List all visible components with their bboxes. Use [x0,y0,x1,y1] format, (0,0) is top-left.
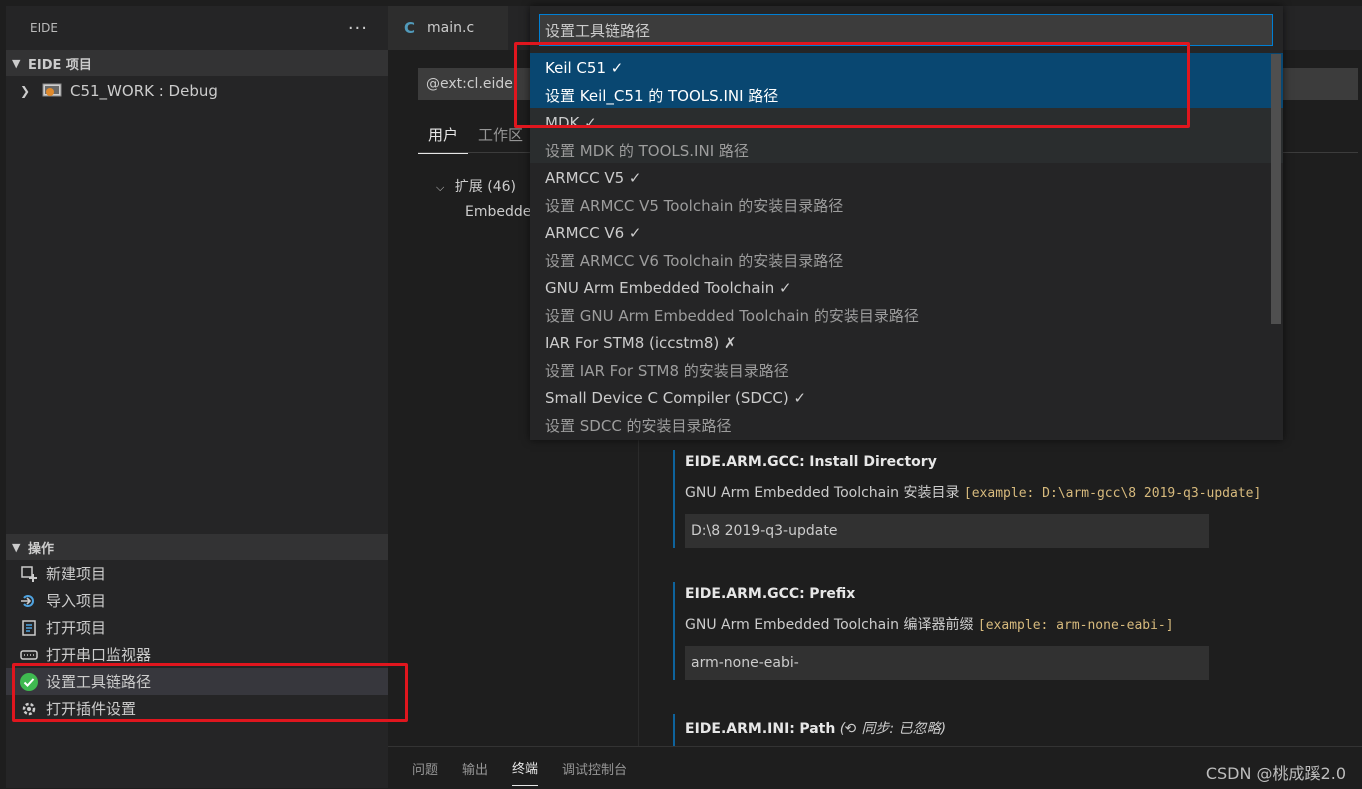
sync-off-icon: ⟲ [845,721,857,737]
action-open-project[interactable]: 打开项目 [6,614,388,641]
setting-key: EIDE.ARM.GCC: [685,454,805,470]
toc-extensions-label: 扩展 (46) [454,179,516,195]
open-project-icon [18,618,40,638]
panel-tab-problems[interactable]: 问题 [412,751,438,786]
setting-key: EIDE.ARM.INI: [685,721,795,737]
actions-section-title: 操作 [28,541,55,557]
watermark: CSDN @桃成蹊2.0 [1205,764,1346,783]
input-value: D:\8 2019-q3-update [691,523,838,539]
setting-title: EIDE.ARM.GCC: Install Directory [685,454,1261,470]
input-value: arm-none-eabi- [691,655,799,671]
action-import-project[interactable]: 导入项目 [6,587,388,614]
item-description: 设置 IAR For STM8 的安装目录路径 [545,362,789,380]
setting-description: GNU Arm Embedded Toolchain 安装目录 [example… [685,482,1261,502]
install-directory-input[interactable]: D:\8 2019-q3-update [685,514,1209,548]
more-actions-icon[interactable]: ··· [348,18,368,39]
setting-title: EIDE.ARM.INI: Path (⟲ 同步: 已忽略) [685,718,946,738]
setting-arm-gcc-install-dir: EIDE.ARM.GCC: Install Directory GNU Arm … [673,450,1261,548]
item-description: 设置 ARMCC V6 Toolchain 的安装目录路径 [545,252,844,270]
setting-desc-text: GNU Arm Embedded Toolchain 编译器前缀 [685,617,978,633]
chevron-right-icon: ❯ [20,84,31,98]
chevron-down-icon: ⌵ [436,181,445,194]
toc-extensions[interactable]: ⌵ 扩展 (46) [436,176,516,196]
item-description: 设置 ARMCC V5 Toolchain 的安装目录路径 [545,197,844,215]
new-project-icon [18,564,40,584]
item-description: 设置 SDCC 的安装目录路径 [545,417,732,435]
sidebar-header: EIDE ··· [6,6,388,50]
panel-tab-output[interactable]: 输出 [462,751,488,786]
item-label: GNU Arm Embedded Toolchain ✓ [545,279,792,297]
c-file-icon: C [404,19,416,37]
action-label: 打开项目 [46,619,107,637]
quick-pick-item-iar-stm8[interactable]: IAR For STM8 (iccstm8) ✗ 设置 IAR For STM8… [530,328,1283,383]
action-label: 新建项目 [46,565,107,583]
tab-main-c[interactable]: C main.c [388,6,508,50]
settings-search-value: @ext:cl.eide [426,76,513,92]
sync-status: 同步: 已忽略) [861,721,947,737]
quick-pick-item-gnu-arm[interactable]: GNU Arm Embedded Toolchain ✓ 设置 GNU Arm … [530,273,1283,328]
sync-ignored-indicator: (⟲ 同步: 已忽略) [839,721,947,737]
setting-desc-text: GNU Arm Embedded Toolchain 安装目录 [685,485,964,501]
item-label: Small Device C Compiler (SDCC) ✓ [545,389,807,407]
highlight-box [12,663,408,722]
project-section-title: EIDE 项目 [28,57,92,73]
tab-label: main.c [427,20,475,36]
setting-description: GNU Arm Embedded Toolchain 编译器前缀 [exampl… [685,614,1209,634]
toc-embedded[interactable]: Embedde [465,204,531,220]
actions-section-header[interactable]: ▼ 操作 [6,534,388,560]
import-icon [18,591,40,611]
quick-pick-placeholder: 设置工具链路径 [545,21,651,40]
sidebar-title: EIDE [30,21,58,35]
item-description: 设置 MDK 的 TOOLS.INI 路径 [545,142,749,160]
panel-tab-debug-console[interactable]: 调试控制台 [562,751,627,786]
quick-pick-item-armcc-v5[interactable]: ARMCC V5 ✓ 设置 ARMCC V5 Toolchain 的安装目录路径 [530,163,1283,218]
action-label: 打开串口监视器 [46,646,152,664]
action-label: 导入项目 [46,592,107,610]
setting-example: [example: D:\arm-gcc\8 2019-q3-update] [963,486,1262,501]
chevron-down-icon: ▼ [12,540,21,554]
highlight-box [514,42,1190,128]
setting-key: EIDE.ARM.GCC: [685,586,805,602]
quick-pick-item-sdcc[interactable]: Small Device C Compiler (SDCC) ✓ 设置 SDCC… [530,383,1283,438]
prefix-input[interactable]: arm-none-eabi- [685,646,1209,680]
project-label: C51_WORK : Debug [70,82,218,100]
setting-arm-ini-path: EIDE.ARM.INI: Path (⟲ 同步: 已忽略) [673,714,946,746]
setting-example: [example: arm-none-eabi-] [977,618,1174,633]
setting-name: Path [799,721,836,737]
setting-name: Install Directory [809,454,937,470]
scrollbar[interactable] [1271,54,1281,324]
project-tree-item[interactable]: ❯ C51_WORK : Debug [6,78,388,104]
chevron-down-icon: ▼ [12,56,21,70]
panel-tab-terminal[interactable]: 终端 [512,750,539,786]
setting-arm-gcc-prefix: EIDE.ARM.GCC: Prefix GNU Arm Embedded To… [673,582,1209,680]
setting-name: Prefix [809,586,856,602]
tab-user[interactable]: 用户 [418,116,469,154]
project-icon [42,83,62,99]
project-section-header[interactable]: ▼ EIDE 项目 [6,50,388,76]
item-label: ARMCC V6 ✓ [545,224,642,242]
item-description: 设置 GNU Arm Embedded Toolchain 的安装目录路径 [545,307,919,325]
item-label: IAR For STM8 (iccstm8) ✗ [545,334,737,352]
action-new-project[interactable]: 新建项目 [6,560,388,587]
item-label: ARMCC V5 ✓ [545,169,642,187]
quick-pick-item-armcc-v6[interactable]: ARMCC V6 ✓ 设置 ARMCC V6 Toolchain 的安装目录路径 [530,218,1283,273]
setting-title: EIDE.ARM.GCC: Prefix [685,586,1209,602]
serial-monitor-icon [18,645,40,665]
